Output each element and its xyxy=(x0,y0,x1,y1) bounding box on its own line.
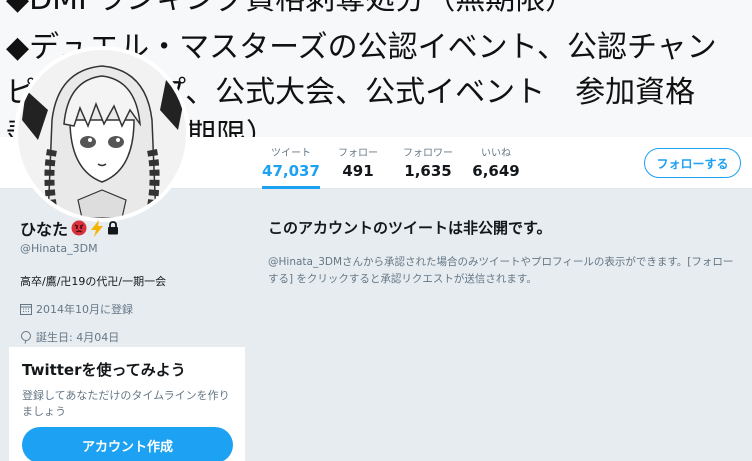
follow-button[interactable]: フォローする xyxy=(644,148,741,178)
profile-bio: 高卒/鷹/卍19の代卍/一期一会 xyxy=(20,275,167,288)
stat-label: フォロワー xyxy=(403,148,453,159)
signup-promo: Twitterを使ってみよう 登録してあなただけのタイムラインを作りましょう ア… xyxy=(9,347,245,461)
notice-title: このアカウントのツイートは非公開です。 xyxy=(268,219,552,237)
stat-value: 6,649 xyxy=(472,162,520,180)
stat-followers[interactable]: フォロワー 1,635 xyxy=(399,147,457,189)
joined-date-text: 2014年10月に登録 xyxy=(36,303,133,316)
avatar-illustration xyxy=(18,50,186,218)
profile-handle: @Hinata_3DM xyxy=(20,242,98,255)
stat-label: ツイート xyxy=(271,148,311,159)
birthday: 誕生日: 4月04日 xyxy=(20,329,244,345)
create-account-button[interactable]: アカウント作成 xyxy=(22,427,233,461)
stat-value: 1,635 xyxy=(404,162,452,180)
stat-label: いいね xyxy=(481,148,511,159)
lock-icon xyxy=(108,221,119,235)
balloon-icon xyxy=(21,330,31,344)
promo-title: Twitterを使ってみよう xyxy=(22,361,186,379)
birthday-text: 誕生日: 4月04日 xyxy=(36,331,120,344)
joined-date: 2014年10月に登録 xyxy=(20,301,244,317)
stat-value: 491 xyxy=(342,162,374,180)
banner-text-line: ◆DMPランキング資格剥奪処分（無期限） xyxy=(6,0,575,18)
angry-face-icon xyxy=(71,220,87,236)
avatar[interactable] xyxy=(14,46,190,222)
display-name: ひなた xyxy=(20,220,69,239)
profile-card: ひなた @Hinata_3DM 高卒/鷹/卍19の代卍/一期一会 2014年10… xyxy=(20,218,244,345)
promo-text: 登録してあなただけのタイムラインを作りましょう xyxy=(22,389,230,418)
protected-notice: このアカウントのツイートは非公開です。 @Hinata_3DMさんから承認された… xyxy=(268,217,743,288)
stat-tweets[interactable]: ツイート 47,037 xyxy=(262,147,320,189)
notice-text: @Hinata_3DMさんから承認された場合のみツイートやプロフィールの表示がで… xyxy=(268,256,734,285)
stat-value: 47,037 xyxy=(262,162,320,180)
name-row: ひなた xyxy=(20,218,244,239)
stat-likes[interactable]: いいね 6,649 xyxy=(470,147,522,189)
stat-following[interactable]: フォロー 491 xyxy=(333,147,383,189)
calendar-icon xyxy=(20,304,32,315)
stat-label: フォロー xyxy=(338,148,378,159)
lightning-icon xyxy=(91,219,104,237)
